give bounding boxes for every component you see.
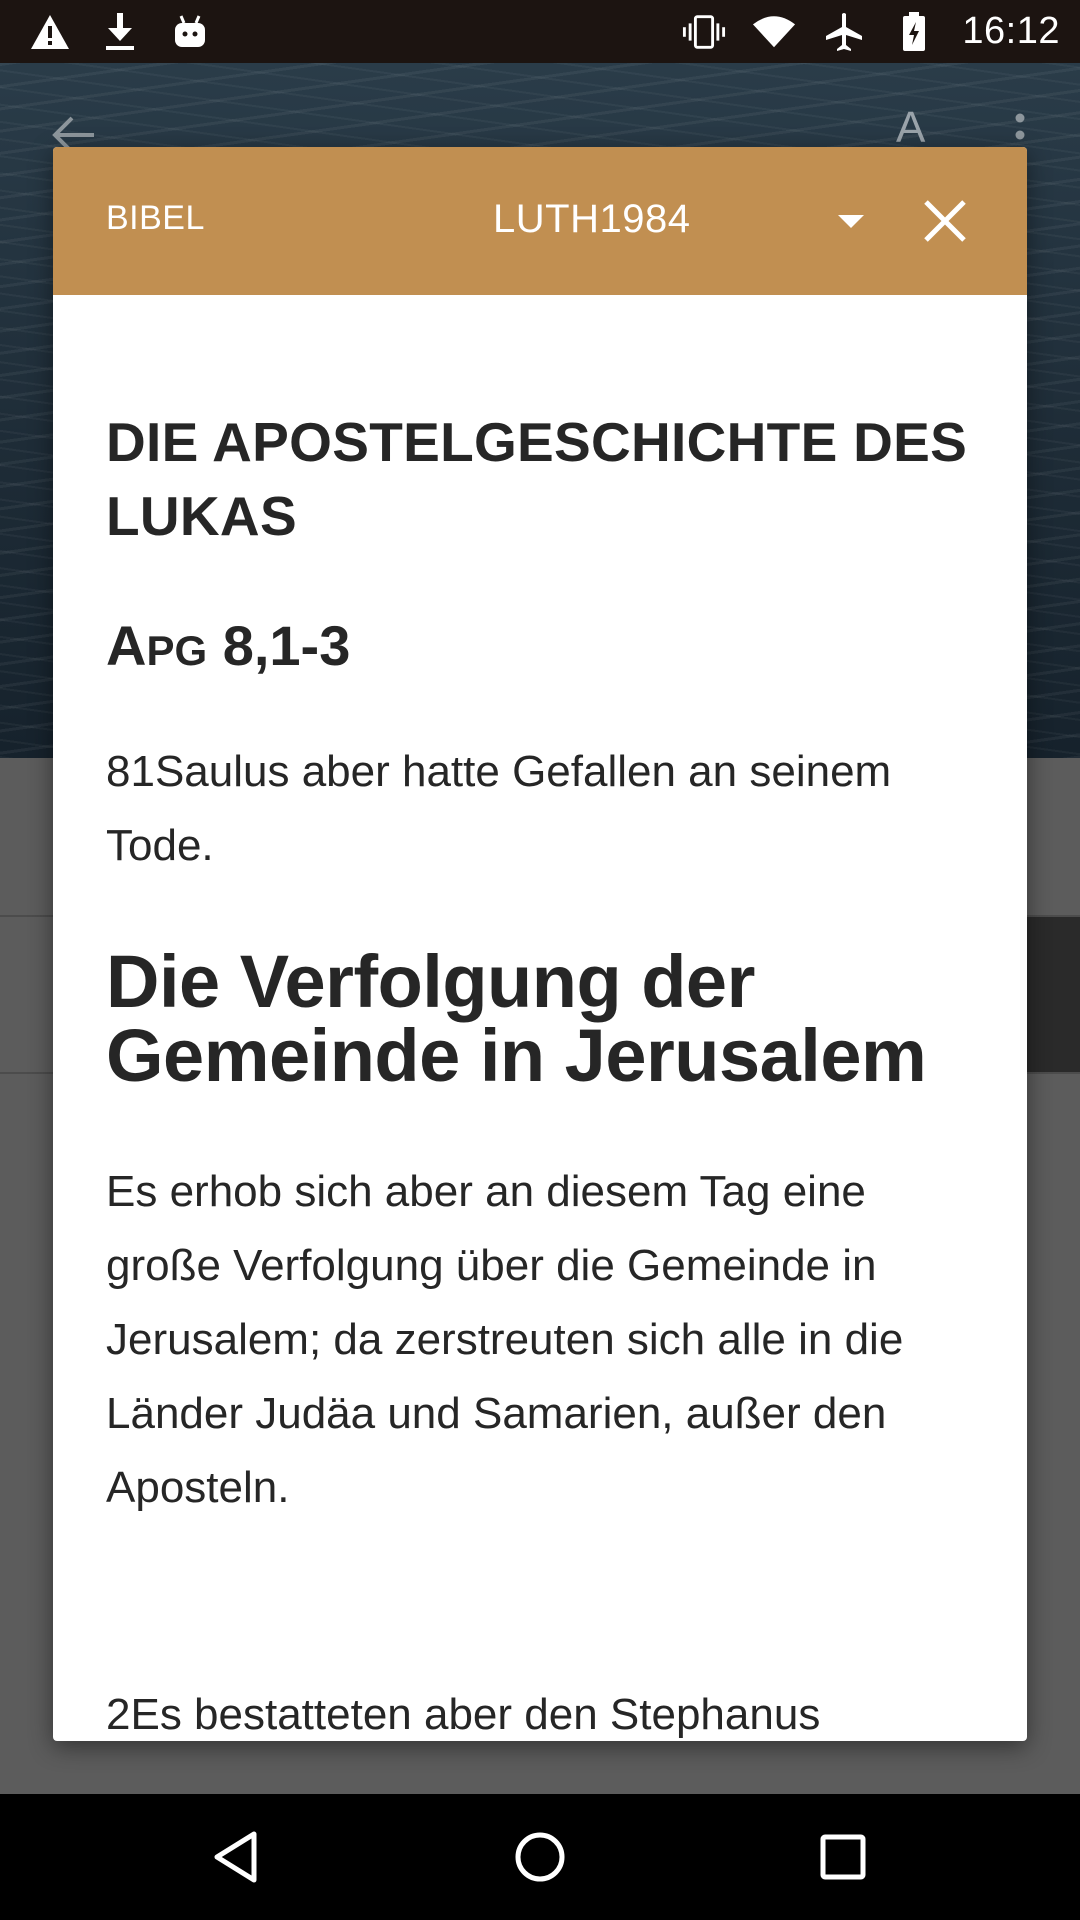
section-heading: Die Verfolgung der Gemeinde in Jerusalem <box>106 940 927 1097</box>
nav-home-button[interactable] <box>507 1824 573 1890</box>
android-icon <box>168 10 212 54</box>
book-title: DIE APOSTELGESCHICHTE DES LUKAS <box>106 411 968 547</box>
dropdown-caret-icon <box>838 215 864 228</box>
warning-icon <box>28 10 72 54</box>
verse-paragraph: 81Saulus aber hatte Gefallen an seinem T… <box>106 747 892 870</box>
recents-icon <box>820 1834 866 1880</box>
navigation-bar <box>0 1794 1080 1920</box>
dialog-title: BIBEL <box>106 199 205 237</box>
background-list-accent <box>1020 917 1080 1072</box>
battery-icon <box>892 10 936 54</box>
nav-recents-button[interactable] <box>810 1824 876 1890</box>
verse-paragraph: 2Es bestatteten aber den Stephanus gotte… <box>106 1690 821 1739</box>
back-icon <box>214 1831 257 1883</box>
background-font-size-button: A <box>896 103 926 152</box>
status-left-icons <box>28 10 212 54</box>
home-icon <box>515 1832 565 1882</box>
bible-version-label: LUTH1984 <box>493 197 691 241</box>
nav-back-button[interactable] <box>203 1824 269 1890</box>
screen: 16:12 A BIBEL LUTH1984 DIE APOSTELGESCHI… <box>0 0 1080 1920</box>
close-button[interactable] <box>920 196 970 246</box>
dialog-header: BIBEL LUTH1984 <box>53 147 1027 295</box>
close-icon <box>924 200 966 242</box>
reference-numbers: 8,1-3 <box>222 614 351 677</box>
bible-version-dropdown[interactable]: LUTH1984 <box>493 187 883 255</box>
scripture-reference: APG 8,1-3 <box>106 613 350 678</box>
download-icon <box>98 10 142 54</box>
vibrate-icon <box>682 10 726 54</box>
status-bar: 16:12 <box>0 0 1080 63</box>
status-right-icons: 16:12 <box>682 10 1060 54</box>
wifi-icon <box>752 10 796 54</box>
status-time: 16:12 <box>962 10 1060 52</box>
scripture-content[interactable]: DIE APOSTELGESCHICHTE DES LUKAS APG 8,1-… <box>53 295 1027 1741</box>
bible-dialog: BIBEL LUTH1984 DIE APOSTELGESCHICHTE DES… <box>53 147 1027 1741</box>
reference-abbr-cap: A <box>106 614 147 677</box>
reference-abbr-rest: PG <box>146 627 208 674</box>
verse-paragraph: Es erhob sich aber an diesem Tag eine gr… <box>106 1167 904 1512</box>
airplane-icon <box>822 10 866 54</box>
